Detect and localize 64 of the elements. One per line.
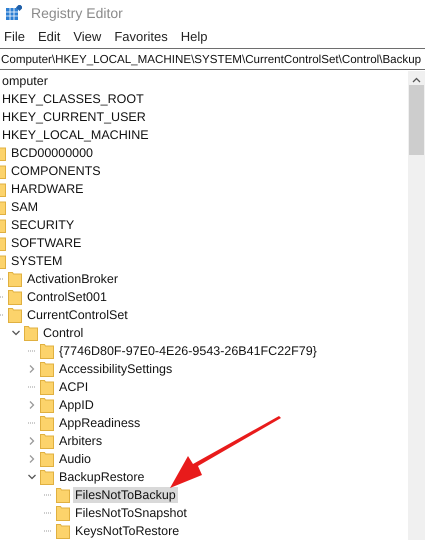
menu-item[interactable]: File	[4, 28, 25, 44]
folder-icon	[40, 415, 54, 431]
tree-item[interactable]: FilesNotToBackup	[73, 487, 178, 503]
menu-item[interactable]: View	[73, 28, 102, 44]
folder-icon	[56, 523, 70, 539]
folder-icon	[40, 361, 54, 377]
tree-item[interactable]: omputer	[0, 73, 50, 89]
tree-item[interactable]: {7746D80F-97E0-4E26-9543-26B41FC22F79}	[57, 343, 319, 359]
folder-icon	[40, 343, 54, 359]
folder-icon	[40, 379, 54, 395]
folder-icon	[8, 307, 22, 323]
folder-icon	[40, 469, 54, 485]
scroll-up-icon[interactable]	[412, 77, 421, 83]
tree-item[interactable]: BCD00000000	[9, 145, 96, 161]
tree-item[interactable]: CurrentControlSet	[25, 307, 130, 323]
tree-item[interactable]: AppReadiness	[57, 415, 142, 431]
folder-icon	[8, 271, 22, 287]
tree-connector	[44, 530, 52, 532]
window-title: Registry Editor	[31, 5, 123, 21]
tree-connector	[28, 350, 36, 352]
folder-icon	[40, 451, 54, 467]
chevron-right-icon[interactable]	[29, 437, 35, 445]
folder-icon	[40, 397, 54, 413]
tree-connector	[44, 512, 52, 514]
menu-item[interactable]: Edit	[38, 28, 60, 44]
tree-item[interactable]: HKEY_LOCAL_MACHINE	[0, 127, 151, 143]
tree-item[interactable]: FilesNotToSnapshot	[73, 505, 189, 521]
tree-item[interactable]: Arbiters	[57, 433, 104, 449]
tree-item[interactable]: HKEY_CLASSES_ROOT	[0, 91, 146, 107]
tree-item[interactable]: AppID	[57, 397, 96, 413]
folder-icon	[56, 505, 70, 521]
tree-connector	[44, 494, 52, 496]
tree-item[interactable]: KeysNotToRestore	[73, 523, 182, 539]
tree-connector	[28, 386, 36, 388]
tree-item[interactable]: BackupRestore	[57, 469, 146, 485]
scroll-bar[interactable]	[408, 71, 425, 540]
tree-item[interactable]: COMPONENTS	[9, 163, 103, 179]
address-field[interactable]: Computer\HKEY_LOCAL_MACHINE\SYSTEM\CurrentControlSet\Control\Backup	[0, 48, 425, 70]
app-icon	[6, 5, 22, 21]
tree-item[interactable]: Control	[41, 325, 86, 341]
chevron-down-icon[interactable]	[12, 330, 20, 336]
menu-item[interactable]: Favorites	[114, 28, 168, 44]
tree-item[interactable]: ActivationBroker	[25, 271, 120, 287]
folder-icon	[40, 433, 54, 449]
tree-item[interactable]: Audio	[57, 451, 93, 467]
folder-icon	[56, 487, 70, 503]
folder-icon	[24, 325, 38, 341]
tree-item[interactable]: HKEY_CURRENT_USER	[0, 109, 148, 125]
chevron-down-icon[interactable]	[28, 474, 36, 480]
tree-item[interactable]: ControlSet001	[25, 289, 109, 305]
chevron-right-icon[interactable]	[29, 365, 35, 373]
tree-item[interactable]: HARDWARE	[9, 181, 86, 197]
tree-item[interactable]: SECURITY	[9, 217, 76, 233]
scroll-thumb[interactable]	[409, 85, 424, 155]
tree-item[interactable]: SAM	[9, 199, 40, 215]
chevron-right-icon[interactable]	[29, 401, 35, 409]
chevron-right-icon[interactable]	[29, 455, 35, 463]
folder-icon	[8, 289, 22, 305]
menu-item[interactable]: Help	[180, 28, 208, 44]
tree-item[interactable]: AccessibilitySettings	[57, 361, 174, 377]
tree-item[interactable]: SYSTEM	[9, 253, 64, 269]
tree-connector	[28, 422, 36, 424]
tree-item[interactable]: SOFTWARE	[9, 235, 84, 251]
tree-item[interactable]: ACPI	[57, 379, 90, 395]
